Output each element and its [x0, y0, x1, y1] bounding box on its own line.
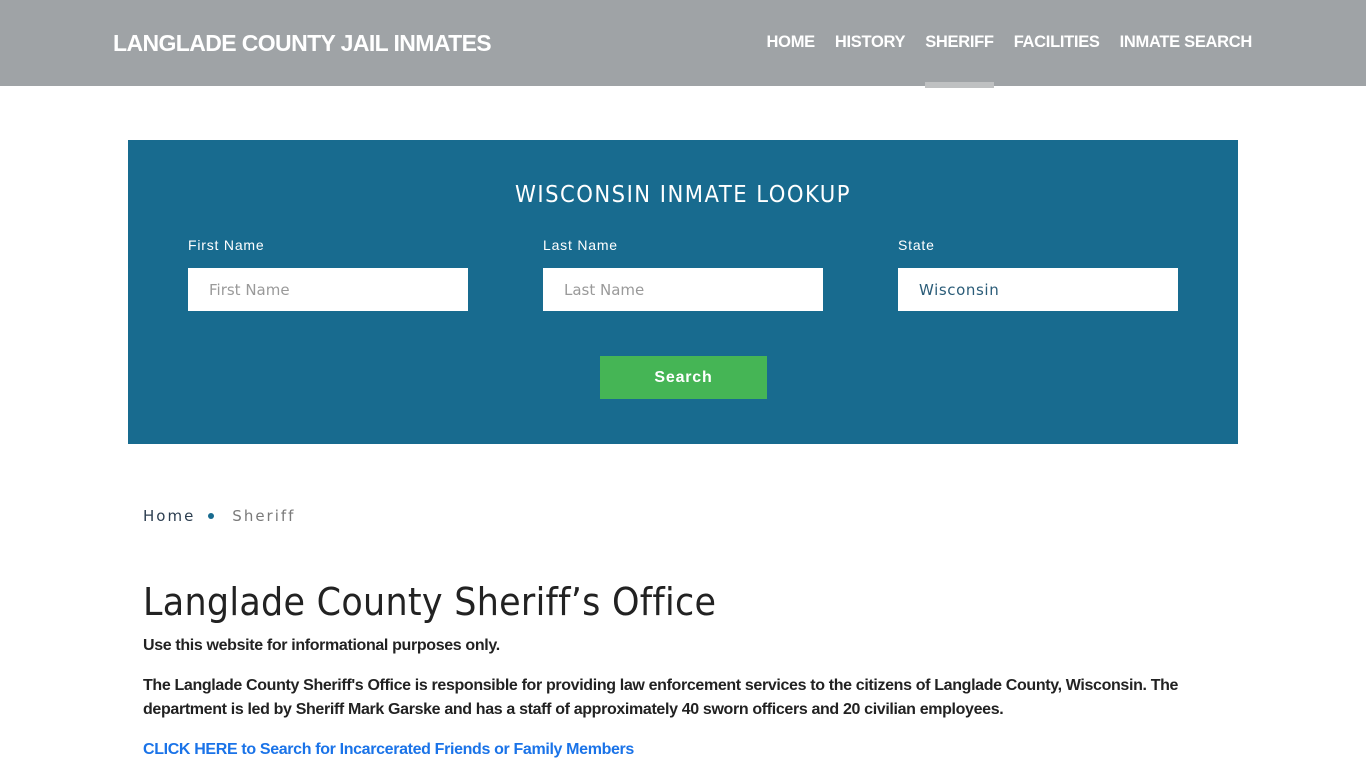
- breadcrumb-separator-dot-icon: [208, 513, 215, 519]
- nav-history[interactable]: HISTORY: [835, 33, 906, 52]
- site-header: LANGLADE COUNTY JAIL INMATES HOME HISTOR…: [0, 0, 1366, 88]
- description-paragraph: The Langlade County Sheriff's Office is …: [143, 677, 1179, 718]
- breadcrumb-home[interactable]: Home: [143, 507, 195, 525]
- first-name-field: First Name: [188, 237, 468, 311]
- main-nav: HOME HISTORY SHERIFF FACILITIES INMATE S…: [747, 33, 1253, 88]
- inmate-lookup-panel: WISCONSIN INMATE LOOKUP First Name Last …: [128, 140, 1238, 444]
- state-label: State: [898, 237, 935, 253]
- site-logo-title[interactable]: LANGLADE COUNTY JAIL INMATES: [113, 30, 492, 57]
- lookup-title: WISCONSIN INMATE LOOKUP: [514, 182, 852, 208]
- nav-facilities[interactable]: FACILITIES: [1014, 33, 1100, 52]
- last-name-label: Last Name: [543, 237, 618, 253]
- state-input[interactable]: [898, 268, 1178, 311]
- nav-inmate-search[interactable]: INMATE SEARCH: [1120, 33, 1253, 52]
- nav-sheriff[interactable]: SHERIFF: [925, 33, 995, 88]
- state-field: State: [898, 237, 1178, 311]
- first-name-label: First Name: [188, 237, 265, 253]
- first-name-input[interactable]: [188, 268, 468, 311]
- last-name-field: Last Name: [543, 237, 823, 311]
- search-incarcerated-link[interactable]: CLICK HERE to Search for Incarcerated Fr…: [143, 738, 634, 762]
- breadcrumb-current: Sheriff: [232, 507, 296, 525]
- search-button[interactable]: Search: [600, 356, 767, 399]
- disclaimer-paragraph: Use this website for informational purpo…: [143, 637, 500, 654]
- breadcrumb: Home Sheriff: [143, 507, 295, 525]
- nav-home[interactable]: HOME: [767, 33, 816, 52]
- last-name-input[interactable]: [543, 268, 823, 311]
- page-title: Langlade County Sheriff’s Office: [143, 580, 717, 624]
